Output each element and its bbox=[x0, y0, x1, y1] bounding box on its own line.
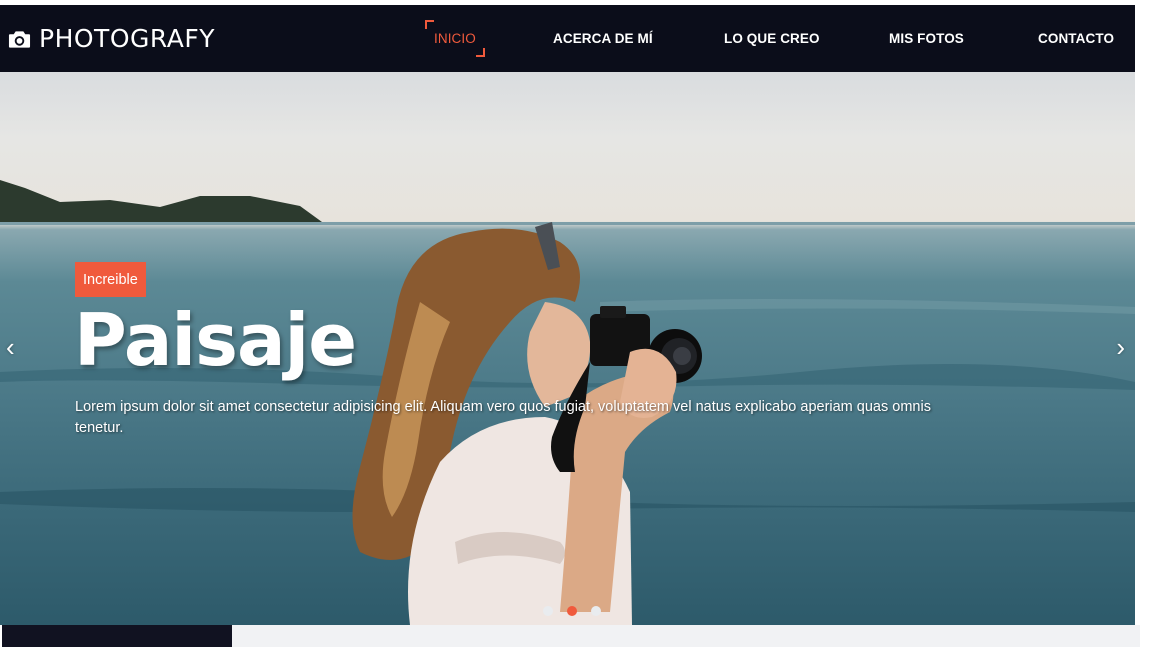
nav-contacto[interactable]: CONTACTO bbox=[1038, 5, 1114, 72]
corner-bracket-icon bbox=[475, 48, 485, 57]
nav-inicio-label: INICIO bbox=[434, 31, 476, 46]
nav-mis-fotos[interactable]: MIS FOTOS bbox=[889, 5, 964, 72]
carousel-dot-1[interactable] bbox=[543, 606, 553, 616]
hero-description: Lorem ipsum dolor sit amet consectetur a… bbox=[75, 399, 931, 436]
nav-lo-que-creo[interactable]: LO QUE CREO bbox=[724, 5, 820, 72]
carousel-indicators bbox=[543, 606, 601, 616]
page: PHOTOGRAFY INICIO ACERCA DE MÍ LO QUE CR… bbox=[0, 0, 1156, 647]
carousel-dot-3[interactable] bbox=[591, 606, 601, 616]
brand-logo[interactable]: PHOTOGRAFY bbox=[8, 5, 215, 72]
category-badge: Increible bbox=[75, 262, 146, 297]
brand-name: PHOTOGRAFY bbox=[39, 24, 215, 53]
carousel-prev-icon[interactable]: ‹ bbox=[6, 334, 15, 360]
carousel-next-icon[interactable]: › bbox=[1116, 334, 1125, 360]
navbar: PHOTOGRAFY INICIO ACERCA DE MÍ LO QUE CR… bbox=[0, 5, 1135, 72]
nav-acerca-de-mi[interactable]: ACERCA DE MÍ bbox=[553, 5, 653, 72]
carousel-dot-2[interactable] bbox=[567, 606, 577, 616]
next-section-light-block bbox=[232, 625, 1140, 647]
nav-inicio[interactable]: INICIO bbox=[425, 5, 485, 72]
corner-bracket-icon bbox=[425, 20, 434, 29]
hero-headline: Paisaje bbox=[74, 298, 357, 382]
next-section-dark-block bbox=[2, 625, 232, 647]
hero-carousel: Increible Paisaje Lorem ipsum dolor sit … bbox=[0, 72, 1135, 625]
camera-icon bbox=[8, 30, 31, 48]
